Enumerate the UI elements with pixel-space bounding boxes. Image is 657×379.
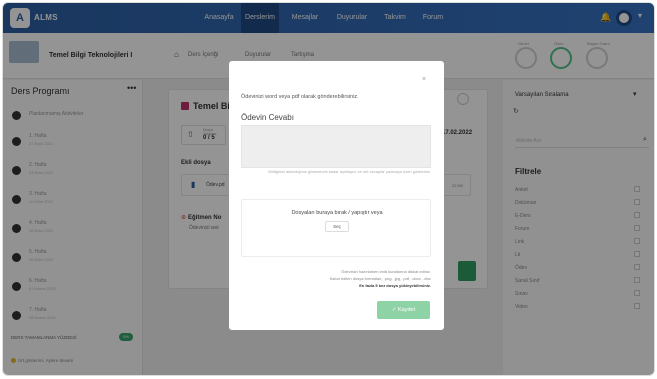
file-drop-zone[interactable]: Dosyaları buraya bırak / yapıştır veya S… <box>241 199 431 257</box>
close-icon[interactable]: × <box>422 76 426 83</box>
answer-hint: Bildiğinizi aktardığınız gösterecek kada… <box>268 169 431 174</box>
rule-formats: Kabul edilen dosya formatları; .png, .jp… <box>329 276 431 281</box>
drop-zone-text: Dosyaları buraya bırak / yapıştır veya <box>291 210 383 216</box>
save-button[interactable]: ✓ Kaydet <box>377 301 430 319</box>
assignment-answer-modal: × Ödevinizi word veya pdf olarak göndere… <box>229 61 444 330</box>
modal-title: Ödevin Cevabı <box>241 113 294 122</box>
rule-spelling: Ödevinizi hazırlarken imlâ kurallarına d… <box>341 269 431 274</box>
choose-file-button[interactable]: Seç <box>325 221 349 232</box>
modal-info-text: Ödevinizi word veya pdf olarak gönderebi… <box>241 94 359 100</box>
rule-upload-limit: En fazla 5 kez dosya yükleyebilirsiniz. <box>359 283 431 288</box>
app-window: A ALMS Anasayfa Derslerim Mesajlar Duyur… <box>2 2 655 376</box>
answer-textarea[interactable] <box>241 125 431 168</box>
